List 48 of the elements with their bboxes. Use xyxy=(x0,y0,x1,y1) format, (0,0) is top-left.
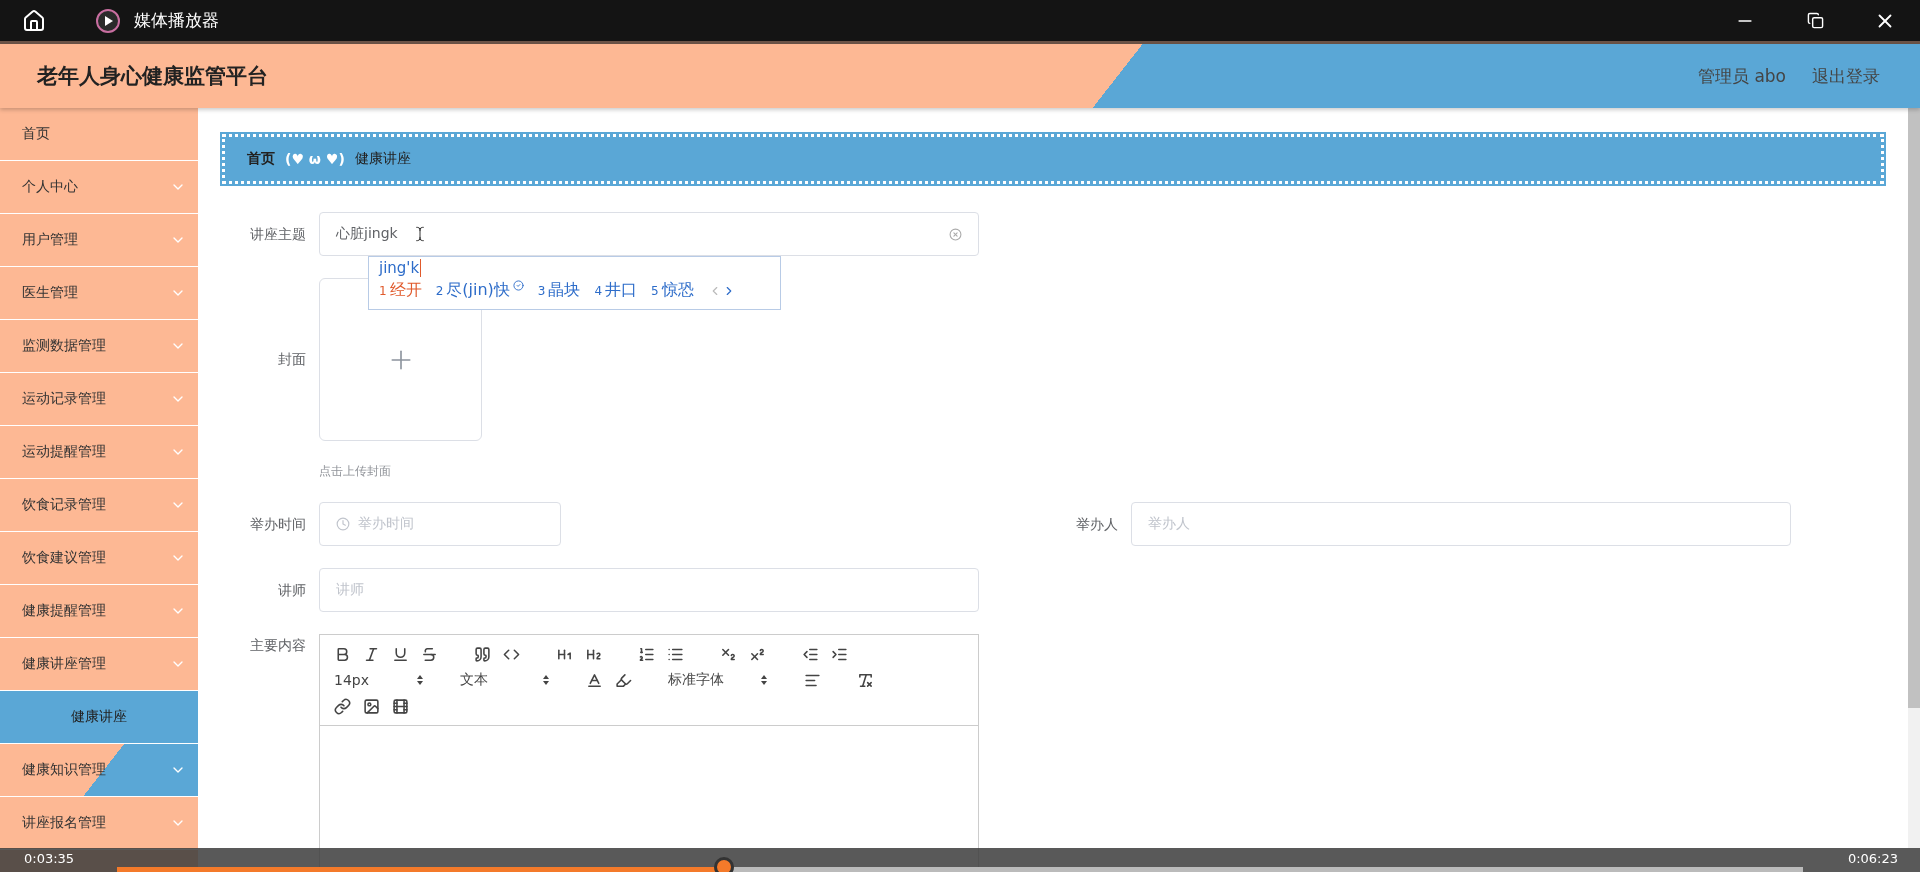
field-label: 讲师 xyxy=(277,581,307,600)
block-format-select[interactable]: 文本 xyxy=(460,671,550,689)
submenu-item[interactable]: 健康讲座 xyxy=(0,691,198,744)
link-icon[interactable] xyxy=(334,697,351,715)
player-logo-icon xyxy=(96,8,120,33)
field-label: 主要内容 xyxy=(249,636,307,655)
restore-icon[interactable] xyxy=(1806,12,1824,29)
app-title: 老年人身心健康监管平台 xyxy=(37,63,268,90)
ime-candidate[interactable]: 3 晶块 xyxy=(537,280,581,301)
logout-link[interactable]: 退出登录 xyxy=(1812,64,1880,88)
field-label: 举办时间 xyxy=(249,515,307,534)
breadcrumb-separator: (♥ ω ♥) xyxy=(285,151,345,167)
admin-user-link[interactable]: 管理员 abo xyxy=(1698,64,1786,88)
italic-icon[interactable] xyxy=(363,645,380,663)
seek-handle[interactable] xyxy=(713,857,734,872)
window-title: 媒体播放器 xyxy=(134,9,219,32)
quote-icon[interactable] xyxy=(474,645,491,663)
field-label: 举办人 xyxy=(1075,515,1119,534)
ime-candidate[interactable]: 4 井口 xyxy=(594,280,638,301)
ime-candidate[interactable]: 5 惊恐 xyxy=(651,280,694,301)
image-icon[interactable] xyxy=(363,697,380,715)
updown-icon xyxy=(760,674,768,686)
ordered-list-icon[interactable] xyxy=(638,645,655,663)
breadcrumb-current: 健康讲座 xyxy=(354,150,411,168)
bold-icon[interactable] xyxy=(334,645,351,663)
total-time: 0:06:23 xyxy=(1847,851,1898,866)
breadcrumb-link[interactable]: 首页 xyxy=(247,150,275,168)
elapsed-time: 0:03:35 xyxy=(24,851,75,866)
ime-candidate[interactable]: 1 经开 xyxy=(379,280,422,301)
ime-candidate[interactable]: 2 尽(jin)快 xyxy=(435,280,524,301)
ime-composition: jing'k xyxy=(379,259,422,277)
scrollbar-thumb[interactable] xyxy=(1908,108,1920,708)
updown-icon xyxy=(542,674,550,686)
upload-hint: 点击上传封面 xyxy=(319,463,392,480)
field-label: 封面 xyxy=(277,350,307,369)
strikethrough-icon[interactable] xyxy=(421,645,438,663)
font-family-select[interactable]: 标准字体 xyxy=(668,671,768,689)
font-size-select[interactable]: 14px xyxy=(334,672,424,688)
underline-icon[interactable] xyxy=(392,645,409,663)
clear-format-icon[interactable] xyxy=(857,671,874,689)
sidebar-item[interactable]: 健康知识管理 xyxy=(0,744,198,797)
video-icon[interactable] xyxy=(392,697,409,715)
highlighter-icon[interactable] xyxy=(615,671,632,689)
home-icon[interactable] xyxy=(22,8,46,33)
field-label: 讲座主题 xyxy=(249,225,307,244)
clock-icon xyxy=(336,517,350,531)
text-color-icon[interactable] xyxy=(586,671,603,689)
updown-icon xyxy=(416,674,424,686)
